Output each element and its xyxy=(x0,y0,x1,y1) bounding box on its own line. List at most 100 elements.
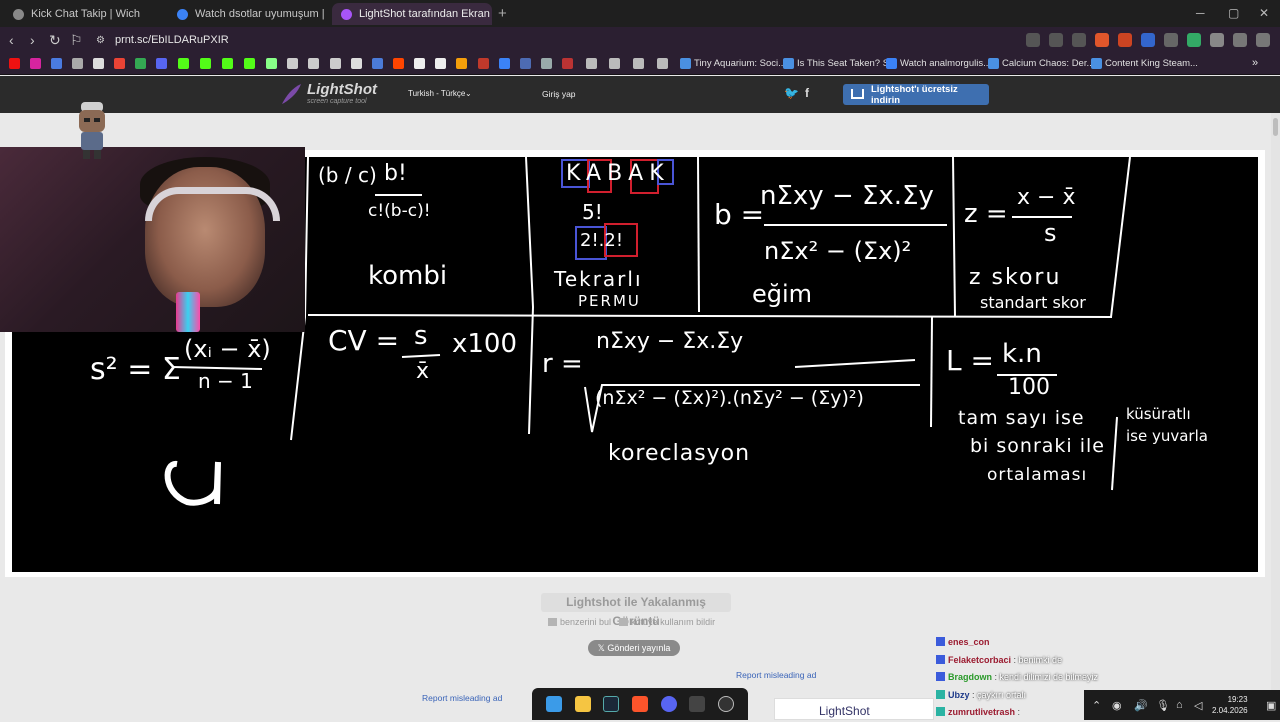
kick-icon[interactable] xyxy=(244,58,255,69)
chevron-down-icon[interactable]: ⌄ xyxy=(465,89,472,98)
bookmark-icon[interactable] xyxy=(372,58,383,69)
youtube-icon[interactable] xyxy=(9,58,20,69)
app-icon[interactable] xyxy=(689,696,706,712)
obs-icon[interactable] xyxy=(717,696,734,712)
folder-icon[interactable] xyxy=(657,58,668,69)
bookmark-page-icon[interactable]: ⚐ xyxy=(70,32,83,49)
steam-icon[interactable] xyxy=(603,696,620,712)
bookmark-icon[interactable] xyxy=(520,58,531,69)
login-link[interactable]: Giriş yap xyxy=(542,89,576,99)
report-ad-link[interactable]: Report misleading ad xyxy=(736,670,816,680)
site-info-icon[interactable]: ⚙ xyxy=(96,35,105,46)
volume-icon[interactable]: ◁ xyxy=(1194,699,1202,712)
mic-icon[interactable]: 🎙 xyxy=(1156,699,1170,712)
folder-icon[interactable] xyxy=(609,58,620,69)
url-field[interactable]: prnt.sc/EbILDARuPXIR xyxy=(115,34,229,46)
close-window-icon[interactable]: ✕ xyxy=(1259,6,1269,20)
extension-icon[interactable] xyxy=(1164,33,1178,47)
menu-icon[interactable] xyxy=(1256,33,1270,47)
clock[interactable]: 19:23 2.04.2026 xyxy=(1212,694,1248,716)
minimize-icon[interactable]: ─ xyxy=(1196,6,1205,20)
zoom-icon[interactable] xyxy=(1049,33,1063,47)
chevron-up-icon[interactable]: ⌃ xyxy=(1092,699,1101,712)
bookmark-link[interactable]: Content King Steam... xyxy=(1105,58,1198,69)
bookmark-icon[interactable] xyxy=(414,58,425,69)
bookmark-icon[interactable] xyxy=(51,58,62,69)
reload-icon[interactable]: ↻ xyxy=(49,32,61,49)
extension-icon[interactable] xyxy=(1141,33,1155,47)
maximize-icon[interactable]: ▢ xyxy=(1228,6,1239,20)
drive-icon[interactable] xyxy=(135,58,146,69)
l-note4: küsüratlı xyxy=(1126,405,1191,423)
steam-tray-icon[interactable]: ◉ xyxy=(1112,699,1122,712)
download-button[interactable]: Lightshot'ı ücretsiz indirin xyxy=(843,84,989,106)
share-icon[interactable] xyxy=(1072,33,1086,47)
report-abuse-link[interactable]: kötüye kullanım bildir xyxy=(619,617,715,627)
bookmark-icon[interactable] xyxy=(562,58,573,69)
sidebar-icon[interactable] xyxy=(1233,33,1247,47)
extension-icon[interactable] xyxy=(1118,33,1132,47)
z-label: z skoru xyxy=(969,265,1062,290)
back-icon[interactable]: ‹ xyxy=(9,32,14,48)
bookmark-link[interactable]: Is This Seat Taken? S... xyxy=(797,58,897,69)
bookmark-icon[interactable] xyxy=(287,58,298,69)
language-select[interactable]: Turkish - Türkçe xyxy=(408,89,465,98)
folder-icon[interactable] xyxy=(633,58,644,69)
brave-shield-icon[interactable] xyxy=(1095,33,1109,47)
cv-numerator: s xyxy=(414,321,428,351)
tab-lightshot[interactable]: LightShot tarafından Ekran Görü ✕ xyxy=(332,3,492,25)
bookmark-link[interactable]: Tiny Aquarium: Soci... xyxy=(694,58,786,69)
network-icon[interactable]: ⌂ xyxy=(1176,699,1183,711)
kick-icon[interactable] xyxy=(222,58,233,69)
speaker-icon[interactable]: 🔊 xyxy=(1134,699,1148,712)
gmail-icon[interactable] xyxy=(114,58,125,69)
lightshot-logo[interactable]: LightShot xyxy=(307,81,377,98)
facebook-icon[interactable]: f xyxy=(805,86,809,100)
x-icon[interactable] xyxy=(351,58,362,69)
webcam-overlay xyxy=(0,147,305,332)
discord-icon[interactable] xyxy=(660,696,677,712)
scrollbar-thumb[interactable] xyxy=(1273,118,1278,136)
lightshot-footer-banner[interactable]: LightShot xyxy=(774,698,934,720)
file-explorer-icon[interactable] xyxy=(574,696,591,712)
instagram-icon[interactable] xyxy=(30,58,41,69)
brave-icon[interactable] xyxy=(631,696,648,712)
reddit-icon[interactable] xyxy=(393,58,404,69)
tab-kick-chat[interactable]: Kick Chat Takip | Wich xyxy=(4,3,166,25)
bookmark-icon[interactable] xyxy=(541,58,552,69)
tab-streamat[interactable]: Watch dsotlar uyumuşum | Streamat xyxy=(168,3,326,25)
windows-start-icon[interactable] xyxy=(546,696,563,712)
twitter-icon[interactable]: 🐦 xyxy=(784,86,799,100)
perm-label: Tekrarlı xyxy=(554,267,643,291)
bookmark-icon[interactable] xyxy=(456,58,467,69)
bookmark-link[interactable]: Watch analmorgulis... xyxy=(900,58,991,69)
tweet-button[interactable]: 𝕏 Gönderi yayınla xyxy=(588,640,680,656)
bookmark-icon xyxy=(783,58,794,69)
bookmark-icon[interactable] xyxy=(330,58,341,69)
amazon-icon[interactable] xyxy=(435,58,446,69)
bookmark-icon[interactable] xyxy=(499,58,510,69)
cast-icon[interactable] xyxy=(1026,33,1040,47)
folder-icon[interactable] xyxy=(586,58,597,69)
extension-icon[interactable] xyxy=(1187,33,1201,47)
puzzle-icon[interactable] xyxy=(1210,33,1224,47)
new-tab-button[interactable]: + xyxy=(498,5,507,22)
bookmark-link[interactable]: Calcium Chaos: Der... xyxy=(1002,58,1094,69)
github-icon[interactable] xyxy=(93,58,104,69)
notification-icon[interactable]: ▣ xyxy=(1266,699,1276,712)
page-scrollbar[interactable] xyxy=(1271,113,1280,690)
kick-icon[interactable] xyxy=(178,58,189,69)
variance-denominator: n − 1 xyxy=(198,369,253,393)
find-similar-link[interactable]: benzerini bul xyxy=(548,617,611,627)
kick-icon[interactable] xyxy=(200,58,211,69)
bookmark-icon[interactable] xyxy=(156,58,167,69)
more-bookmarks-icon[interactable]: » xyxy=(1252,57,1258,69)
bookmark-icon[interactable] xyxy=(72,58,83,69)
bookmark-icon[interactable] xyxy=(308,58,319,69)
bookmark-icon[interactable] xyxy=(478,58,489,69)
chat-user: Felaketcorbaci xyxy=(948,654,1012,665)
bookmark-icon[interactable] xyxy=(266,58,277,69)
forward-icon[interactable]: › xyxy=(30,32,35,48)
comb-label: kombi xyxy=(368,261,448,291)
report-ad-link[interactable]: Report misleading ad xyxy=(422,693,502,703)
